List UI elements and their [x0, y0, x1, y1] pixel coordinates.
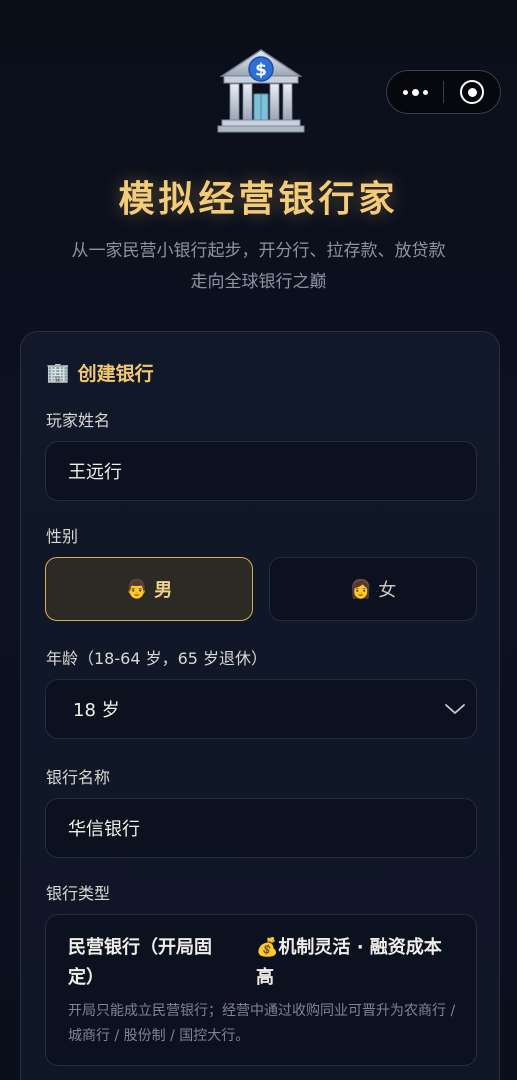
subtitle-line-2: 走向全球银行之巅: [190, 272, 327, 292]
subtitle-line-1: 从一家民营小银行起步，开分行、拉存款、放贷款: [71, 241, 446, 261]
bank-type-box[interactable]: 民营银行（开局固定） 💰机制灵活 · 融资成本高 开局只能成立民营银行；经营中通…: [45, 914, 477, 1066]
building-icon: 🏢: [46, 362, 70, 384]
money-bag-icon: 💰: [256, 937, 279, 958]
card-title: 🏢 创建银行: [46, 359, 154, 386]
gender-male-label: 男: [154, 580, 173, 601]
close-button[interactable]: [444, 71, 500, 113]
page-title: 模拟经营银行家: [118, 179, 399, 220]
bank-type-description: 开局只能成立民营银行；经营中通过收购同业可晋升为农商行 / 城商行 / 股份制 …: [68, 1003, 456, 1044]
more-dots-icon: [402, 88, 428, 96]
man-icon: 👨: [125, 578, 149, 600]
card-title-text: 创建银行: [77, 363, 154, 385]
bank-logo-icon: $: [217, 49, 305, 133]
bank-type-label: 银行类型: [46, 884, 111, 903]
bank-name-value: 华信银行: [68, 819, 140, 840]
bank-type-feature: 💰机制灵活 · 融资成本高: [256, 933, 456, 993]
bank-name-label: 银行名称: [46, 768, 111, 787]
chevron-down-icon: [445, 704, 465, 714]
close-target-icon: [460, 80, 484, 104]
more-button[interactable]: [387, 71, 443, 113]
page-subtitle: 从一家民营小银行起步，开分行、拉存款、放贷款 走向全球银行之巅: [0, 236, 517, 298]
miniprogram-capsule: [386, 70, 501, 114]
bank-name-input[interactable]: 华信银行: [45, 798, 477, 858]
player-name-value: 王远行: [68, 462, 122, 483]
svg-text:$: $: [255, 61, 267, 81]
gender-option-female[interactable]: 👩 女: [269, 557, 477, 621]
gender-option-male[interactable]: 👨 男: [45, 557, 253, 621]
player-name-label: 玩家姓名: [46, 411, 111, 430]
bank-type-feature-text: 机制灵活 · 融资成本高: [256, 937, 442, 988]
age-select[interactable]: 18 岁: [45, 679, 477, 739]
age-label: 年龄（18-64 岁，65 岁退休）: [46, 649, 268, 668]
gender-label: 性别: [46, 527, 79, 546]
woman-icon: 👩: [349, 578, 373, 600]
bank-type-name: 民营银行（开局固定）: [68, 937, 212, 988]
player-name-input[interactable]: 王远行: [45, 441, 477, 501]
gender-female-label: 女: [378, 580, 397, 601]
create-bank-card: 🏢 创建银行 玩家姓名 王远行 性别 👨 男 👩 女 年龄（18-64 岁，65…: [20, 331, 500, 1080]
age-value: 18 岁: [73, 700, 120, 721]
